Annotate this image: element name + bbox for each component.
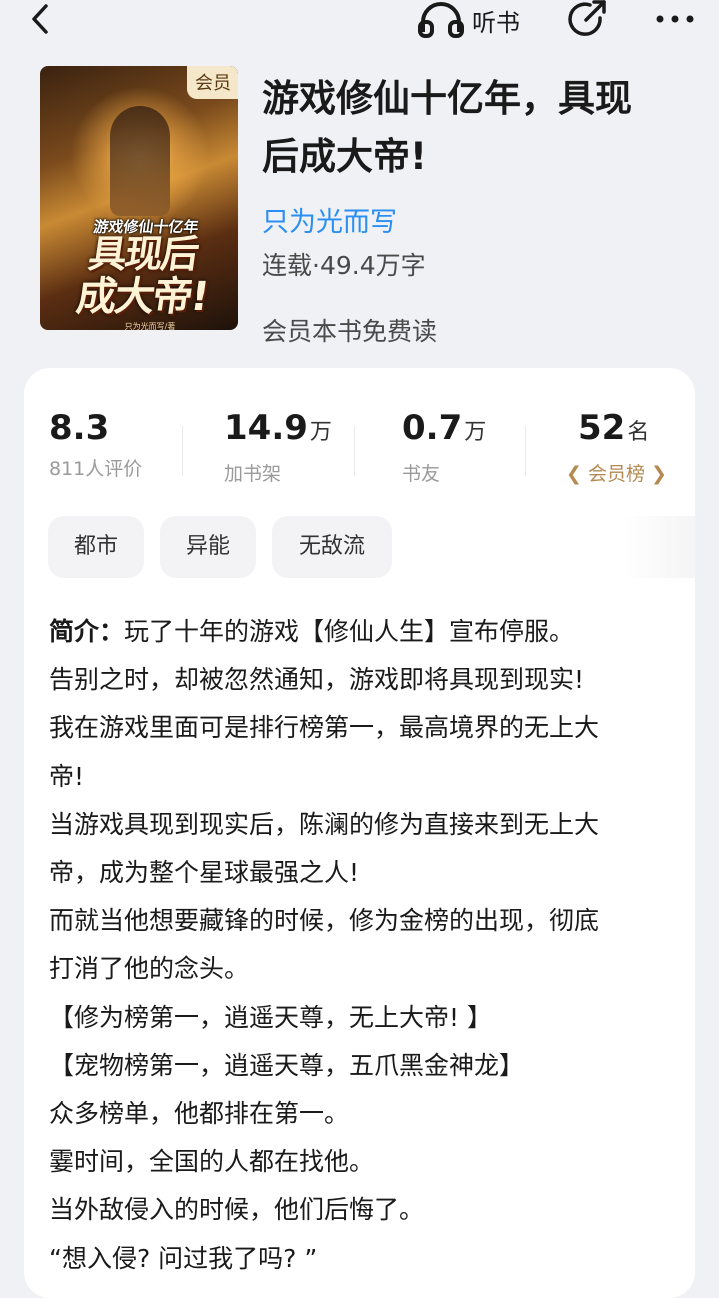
rank-value: 52 — [578, 408, 626, 448]
tag-chip[interactable]: 异能 — [160, 516, 256, 578]
synopsis-line: 当外敌侵入的时候，他们后悔了。 — [49, 1195, 425, 1225]
book-title-line-2: 后成大帝! — [262, 135, 427, 178]
readers-label: 书友 — [402, 463, 441, 485]
divider — [182, 426, 183, 476]
stat-rank[interactable]: 52名 ❮ 会员榜 ❯ — [566, 408, 667, 486]
vip-badge: 会员 — [187, 66, 238, 99]
bookshelf-label: 加书架 — [224, 463, 282, 485]
rank-unit: 名 — [627, 420, 650, 445]
share-button[interactable] — [566, 0, 610, 40]
listen-label: 听书 — [472, 8, 520, 37]
synopsis-line: 帝! — [49, 761, 85, 791]
synopsis-line: 打消了他的念头。 — [49, 954, 250, 984]
rating-label: 811人评价 — [49, 458, 143, 480]
synopsis-label: 简介： — [49, 617, 125, 646]
rank-label: 会员榜 — [587, 463, 645, 485]
book-title: 游戏修仙十亿年，具现 后成大帝! — [262, 70, 692, 186]
stat-readers[interactable]: 0.7万 书友 — [402, 408, 486, 486]
laurel-left-icon: ❮ — [566, 463, 582, 485]
book-meta: 连载·49.4万字 — [262, 251, 426, 280]
divider — [525, 426, 526, 476]
synopsis-line: 玩了十年的游戏【修仙人生】宣布停服。 — [124, 617, 575, 646]
stat-rating[interactable]: 8.3 811人评价 — [49, 408, 142, 481]
synopsis-line: 众多榜单，他都排在第一。 — [49, 1099, 350, 1129]
book-cover[interactable]: 游戏修仙十亿年 具现后 成大帝! 只为光而写/著 会员 — [40, 66, 238, 330]
readers-unit: 万 — [464, 420, 487, 445]
synopsis-line: 我在游戏里面可是排行榜第一，最高境界的无上大 — [49, 713, 600, 743]
book-title-line-1: 游戏修仙十亿年，具现 — [262, 77, 632, 120]
tag-chip[interactable]: 都市 — [48, 516, 144, 578]
synopsis-line: 霎时间，全国的人都在找他。 — [49, 1147, 375, 1177]
synopsis-line: 【修为榜第一，逍遥天尊，无上大帝! 】 — [49, 1002, 492, 1032]
synopsis[interactable]: 简介：玩了十年的游戏【修仙人生】宣布停服。 告别之时，却被忽然通知，游戏即将具现… — [49, 608, 675, 1283]
synopsis-line: 而就当他想要藏锋的时候，修为金榜的出现，彻底 — [49, 906, 600, 936]
tag-fade — [624, 516, 695, 578]
back-button[interactable] — [26, 2, 56, 36]
bookshelf-value: 14.9 — [224, 408, 308, 448]
synopsis-line: 告别之时，却被忽然通知，游戏即将具现到现实! — [49, 665, 585, 695]
tag-chip[interactable]: 无敌流 — [272, 516, 392, 578]
cover-author: 只为光而写/著 — [124, 322, 176, 330]
listen-button[interactable]: 听书 — [418, 2, 520, 38]
top-bar: 听书 — [0, 0, 719, 44]
cover-figure — [110, 106, 170, 216]
more-button[interactable] — [654, 6, 696, 32]
more-icon — [656, 15, 694, 23]
cover-title-big-1: 具现后 — [85, 232, 201, 276]
detail-card: 8.3 811人评价 14.9万 加书架 0.7万 书友 52名 ❮ 会员榜 ❯… — [24, 368, 695, 1298]
bookshelf-unit: 万 — [309, 420, 332, 445]
synopsis-line: “想入侵? 问过我了吗? ” — [49, 1243, 318, 1273]
stat-bookshelf[interactable]: 14.9万 加书架 — [224, 408, 332, 486]
headphones-icon — [418, 2, 464, 38]
synopsis-line: 【宠物榜第一，逍遥天尊，五爪黑金神龙】 — [49, 1050, 525, 1080]
author-link[interactable]: 只为光而写 — [262, 200, 397, 239]
share-icon — [568, 0, 606, 36]
synopsis-line: 帝，成为整个星球最强之人! — [49, 858, 360, 888]
laurel-right-icon: ❯ — [651, 463, 667, 485]
vip-free-read[interactable]: 会员本书免费读 — [262, 312, 437, 348]
rating-value: 8.3 — [49, 408, 110, 448]
synopsis-line: 当游戏具现到现实后，陈澜的修为直接来到无上大 — [49, 809, 600, 839]
stats-row: 8.3 811人评价 14.9万 加书架 0.7万 书友 52名 ❮ 会员榜 ❯ — [24, 408, 695, 488]
chevron-left-icon — [32, 4, 48, 34]
divider — [354, 426, 355, 476]
readers-value: 0.7 — [402, 408, 463, 448]
cover-title-big-2: 成大帝! — [73, 274, 211, 320]
